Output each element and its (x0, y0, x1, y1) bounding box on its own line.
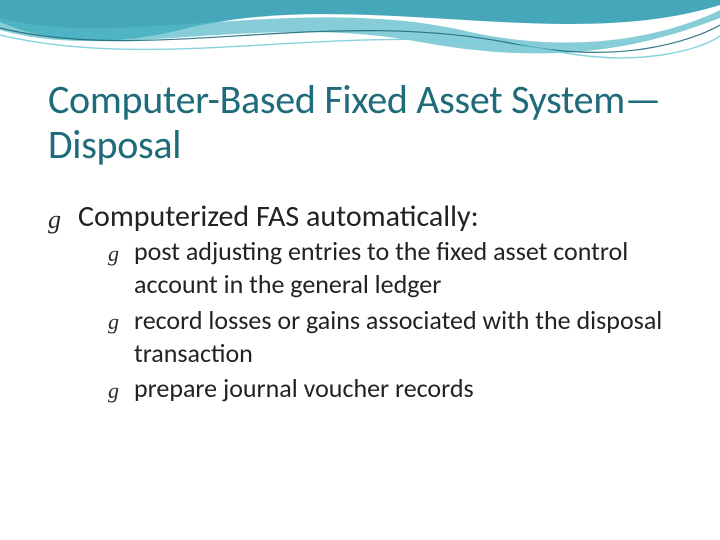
bullet-list: g Computerized FAS automatically: g post… (48, 198, 672, 406)
heading-bullet: g Computerized FAS automatically: g post… (48, 198, 672, 406)
sub-bullet-text: post adjusting entries to the fixed asse… (134, 235, 628, 300)
sub-bullet: g prepare journal voucher records (108, 372, 672, 405)
bullet-icon: g (48, 204, 61, 237)
sub-bullet-text: prepare journal voucher records (134, 372, 474, 404)
bullet-icon: g (108, 377, 119, 405)
slide-title: Computer-Based Fixed Asset System—Dispos… (48, 78, 672, 168)
bullet-icon: g (108, 308, 119, 336)
sub-bullet: g post adjusting entries to the fixed as… (108, 235, 672, 302)
sub-bullet-list: g post adjusting entries to the fixed as… (78, 235, 672, 405)
bullet-icon: g (108, 240, 119, 268)
sub-bullet: g record losses or gains associated with… (108, 304, 672, 371)
heading-text: Computerized FAS automatically: (78, 198, 479, 235)
sub-bullet-text: record losses or gains associated with t… (134, 304, 662, 369)
